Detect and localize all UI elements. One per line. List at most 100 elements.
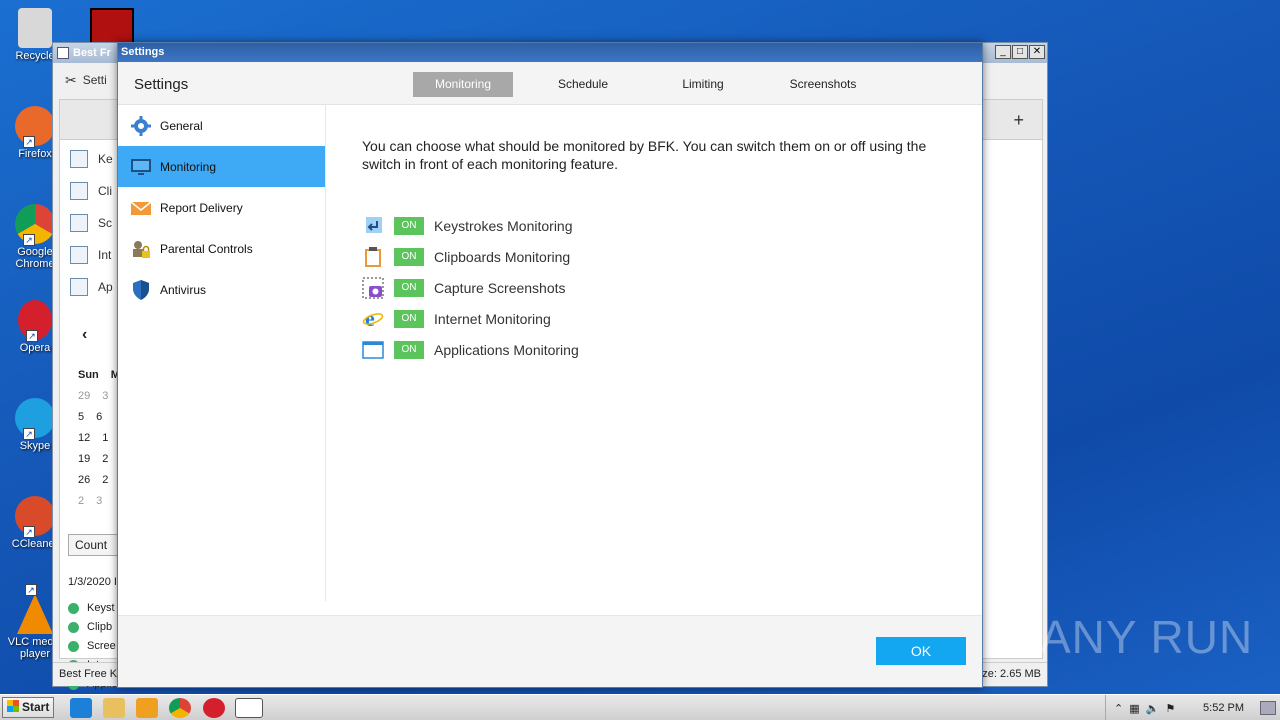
- taskbar-chrome-icon[interactable]: [169, 698, 191, 718]
- log-item[interactable]: Scree: [68, 640, 116, 652]
- keyboard-enter-icon: [362, 215, 384, 237]
- nav-label: General: [160, 118, 203, 133]
- minimize-button[interactable]: _: [995, 45, 1011, 59]
- clipboards-toggle[interactable]: ON: [394, 248, 424, 266]
- status-dot-icon: [68, 602, 79, 614]
- firefox-icon: ↗: [15, 106, 55, 148]
- taskbar-bfk-icon[interactable]: [235, 698, 263, 718]
- keystrokes-toggle[interactable]: ON: [394, 217, 424, 235]
- window-icon: [362, 339, 384, 361]
- vlc-icon: ↗: [17, 584, 53, 634]
- camera-icon: [70, 214, 88, 232]
- svg-text:e: e: [365, 308, 375, 330]
- tab-screenshots[interactable]: Screenshots: [773, 72, 873, 97]
- tab-limiting[interactable]: Limiting: [653, 72, 753, 97]
- settings-toolbar-label[interactable]: Setti: [83, 73, 107, 87]
- monitor-icon: [130, 156, 152, 178]
- status-dot-icon: [68, 621, 79, 633]
- tray-volume-icon[interactable]: 🔈: [1146, 702, 1160, 715]
- parental-lock-icon: [130, 238, 152, 260]
- tab-schedule[interactable]: Schedule: [533, 72, 633, 97]
- feature-screenshots: ON Capture Screenshots: [362, 277, 566, 299]
- opera-icon: ↗: [18, 300, 52, 342]
- ccleaner-icon: ↗: [15, 496, 55, 538]
- shield-icon: [130, 279, 152, 301]
- settings-footer: OK: [118, 615, 982, 687]
- feature-label: Clipboards Monitoring: [434, 249, 571, 265]
- bfk-app-icon: [57, 47, 69, 59]
- skype-icon: ↗: [15, 398, 55, 440]
- nav-item-monitoring[interactable]: Monitoring: [118, 146, 325, 187]
- desktop-icon-label: Firefox: [18, 148, 52, 160]
- settings-tools-icon[interactable]: ✂: [65, 72, 77, 89]
- add-icon[interactable]: +: [1013, 110, 1024, 131]
- tab-monitoring[interactable]: Monitoring: [413, 72, 513, 97]
- ie-icon: e: [362, 306, 384, 331]
- envelope-icon: [130, 197, 152, 219]
- close-button[interactable]: ✕: [1029, 45, 1045, 59]
- feature-label: Capture Screenshots: [434, 280, 566, 296]
- maximize-button[interactable]: □: [1012, 45, 1028, 59]
- settings-dialog: Settings Settings Monitoring Schedule Li…: [117, 42, 983, 688]
- bg-side-item[interactable]: Cli: [70, 182, 112, 200]
- nav-item-report-delivery[interactable]: Report Delivery: [118, 187, 325, 228]
- chrome-icon: ↗: [15, 204, 55, 246]
- settings-nav: General Monitoring Report Delivery Paren…: [118, 105, 326, 601]
- status-size: ze: 2.65 MB: [982, 668, 1041, 680]
- settings-header: Settings Monitoring Schedule Limiting Sc…: [118, 62, 982, 105]
- applications-toggle[interactable]: ON: [394, 341, 424, 359]
- taskbar-media-icon[interactable]: [136, 698, 158, 718]
- tray-expand-icon[interactable]: ⌃: [1114, 702, 1123, 715]
- settings-dialog-titlebar: Settings: [118, 43, 982, 62]
- taskbar-opera-icon[interactable]: [203, 698, 225, 718]
- count-button[interactable]: Count: [68, 534, 124, 556]
- keyboard-enter-icon: [70, 150, 88, 168]
- taskbar-ie-icon[interactable]: [70, 698, 92, 718]
- log-date: 1/3/2020 I: [68, 576, 117, 588]
- window-controls: _ □ ✕: [995, 45, 1045, 59]
- ie-icon: [70, 246, 88, 264]
- feature-internet: e ON Internet Monitoring: [362, 306, 551, 331]
- clock[interactable]: 5:52 PM: [1203, 702, 1244, 714]
- show-desktop-button[interactable]: [1260, 701, 1276, 715]
- feature-applications: ON Applications Monitoring: [362, 339, 579, 361]
- desktop-icon-label: Recycle: [15, 50, 55, 62]
- start-button[interactable]: Start: [2, 697, 54, 718]
- desktop-icon-label: Skype: [19, 440, 51, 452]
- feature-label: Keystrokes Monitoring: [434, 218, 573, 234]
- windows-logo-icon: [7, 700, 19, 712]
- bg-side-item[interactable]: Int: [70, 246, 111, 264]
- log-item[interactable]: Clipb: [68, 621, 112, 633]
- screenshots-toggle[interactable]: ON: [394, 279, 424, 297]
- nav-item-general[interactable]: General: [118, 105, 325, 146]
- bg-side-item[interactable]: Ap: [70, 278, 113, 296]
- bg-side-item[interactable]: Ke: [70, 150, 113, 168]
- nav-item-parental-controls[interactable]: Parental Controls: [118, 228, 325, 269]
- tray-network-icon[interactable]: ▦: [1129, 702, 1139, 715]
- nav-label: Antivirus: [160, 282, 207, 297]
- nav-item-antivirus[interactable]: Antivirus: [118, 269, 325, 310]
- nav-label: Report Delivery: [160, 200, 243, 215]
- bfk-main-title: Best Fr: [73, 47, 111, 59]
- tray-flag-icon[interactable]: ⚑: [1165, 702, 1175, 715]
- settings-header-title: Settings: [134, 76, 189, 93]
- feature-keystrokes: ON Keystrokes Monitoring: [362, 215, 573, 237]
- taskbar-explorer-icon[interactable]: [103, 698, 125, 718]
- feature-clipboards: ON Clipboards Monitoring: [362, 246, 570, 268]
- feature-label: Internet Monitoring: [434, 311, 551, 327]
- feature-label: Applications Monitoring: [434, 342, 579, 358]
- calendar-prev-icon[interactable]: ‹: [82, 326, 87, 344]
- nav-label: Monitoring: [160, 159, 217, 174]
- anyrun-watermark: ANY RUN: [1040, 611, 1254, 663]
- bg-side-item[interactable]: Sc: [70, 214, 112, 232]
- system-tray: ⌃ ▦ 🔈 ⚑: [1105, 695, 1280, 720]
- desktop-icon-label: Google Chrome: [15, 246, 55, 270]
- clipboard-icon: [362, 246, 384, 268]
- recycle-bin-icon: [18, 8, 52, 48]
- internet-toggle[interactable]: ON: [394, 310, 424, 328]
- taskbar: Start ⌃ ▦ 🔈 ⚑ 5:52 PM: [0, 694, 1280, 720]
- ok-button[interactable]: OK: [876, 637, 966, 665]
- camera-icon: [362, 277, 384, 299]
- status-left: Best Free K: [59, 668, 118, 680]
- log-item[interactable]: Keyst: [68, 602, 115, 614]
